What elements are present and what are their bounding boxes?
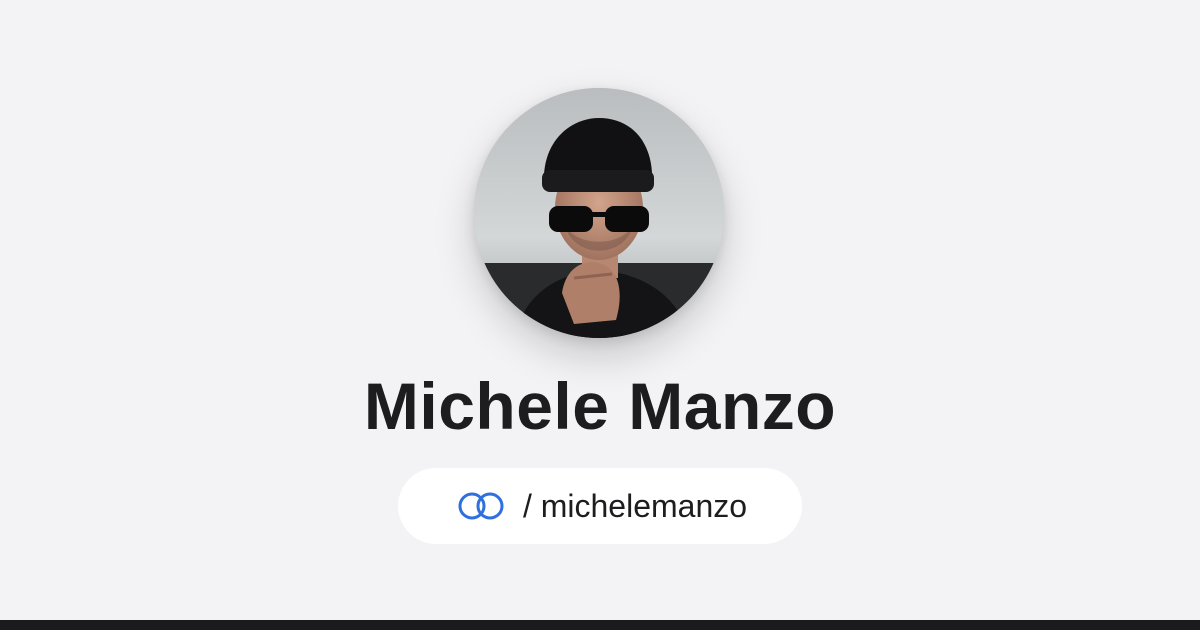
linked-rings-icon [458,492,504,520]
profile-name: Michele Manzo [363,369,837,443]
profile-card: Michele Manzo / michelemanzo [0,0,1200,620]
handle-link[interactable]: / michelemanzo [398,468,802,544]
avatar[interactable] [474,88,724,338]
handle-text: / michelemanzo [522,488,748,524]
profile-photo [474,88,724,338]
bottom-bar [0,620,1200,630]
